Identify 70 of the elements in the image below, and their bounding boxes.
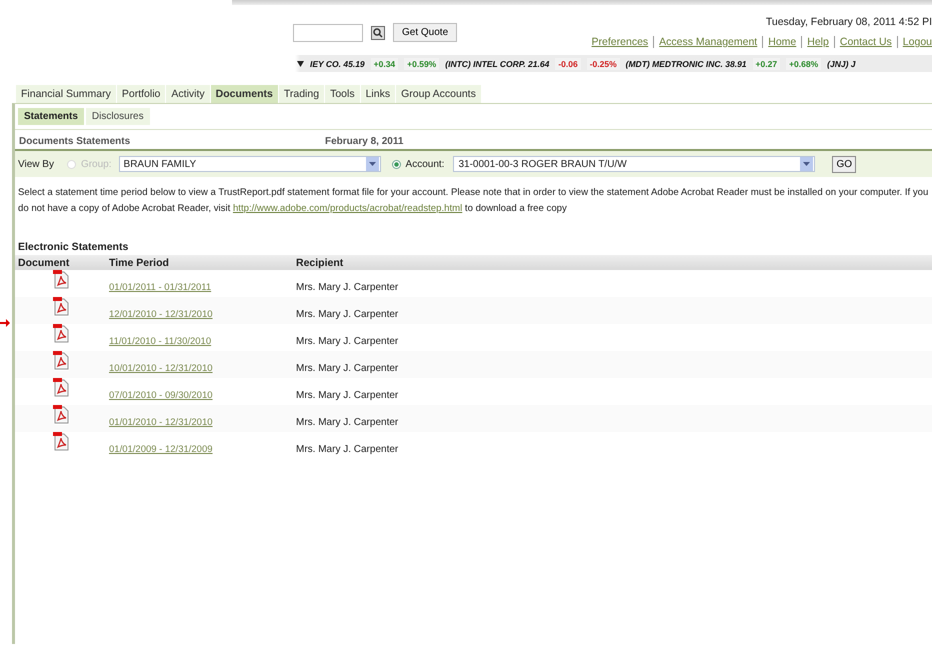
- date-time: Tuesday, February 08, 2011 4:52 PI: [764, 16, 932, 28]
- ticker-stock[interactable]: IEY CO. 45.19: [310, 58, 365, 68]
- pdf-icon[interactable]: [53, 405, 69, 424]
- pdf-icon[interactable]: [53, 297, 69, 316]
- account-label: Account:: [406, 158, 444, 170]
- column-header: Recipient: [296, 256, 344, 268]
- sub-tab[interactable]: Disclosures: [86, 108, 150, 125]
- search-icon[interactable]: [371, 26, 385, 40]
- nav-tab[interactable]: Activity: [166, 85, 210, 103]
- recipient-cell-text: Mrs. Mary J. Carpenter: [296, 444, 398, 457]
- section-title: Documents Statements: [19, 136, 132, 147]
- pdf-icon[interactable]: [53, 270, 69, 289]
- nav-tab[interactable]: Links: [360, 85, 396, 103]
- header-link[interactable]: Home: [762, 36, 796, 48]
- pdf-icon[interactable]: [53, 432, 69, 451]
- time-period-link[interactable]: 01/01/2011 - 01/31/2011: [109, 282, 230, 297]
- ticker-change: +0.27: [752, 58, 780, 70]
- recipient-cell-text: Mrs. Mary J. Carpenter: [296, 417, 398, 430]
- header-link[interactable]: Logou: [896, 36, 932, 48]
- nav-tab[interactable]: Group Accounts: [396, 85, 481, 103]
- section-date: February 8, 2011: [325, 136, 404, 147]
- nav-tab[interactable]: Trading: [278, 85, 324, 103]
- go-button[interactable]: GO: [832, 156, 856, 172]
- get-quote-button[interactable]: Get Quote: [393, 23, 458, 42]
- time-period-link[interactable]: 11/01/2010 - 11/30/2010: [109, 336, 230, 351]
- caret-icon[interactable]: [800, 157, 814, 171]
- group-select[interactable]: BRAUN FAMILY: [118, 156, 381, 172]
- account-select[interactable]: 31-0001-00-3 ROGER BRAUN T/U/W: [453, 156, 816, 172]
- nav-tab[interactable]: Documents: [210, 85, 278, 103]
- recipient-cell-text: Mrs. Mary J. Carpenter: [296, 282, 398, 295]
- pdf-icon[interactable]: [53, 324, 69, 343]
- account-radio[interactable]: [392, 160, 401, 168]
- instructions-text: Select a statement time period below to view a TrustReport.pdf statement format file for your account. Please note that in order to view the statement Adobe Acrobat Reader must be installed on your computer. If you do not have a copy of Adobe Acrobat Reader, visit http://www.adobe.com/products/acrobat/readstep.html to download a free copy: [18, 186, 930, 216]
- nav-tab[interactable]: Tools: [325, 85, 360, 103]
- column-header: Time Period: [109, 256, 170, 268]
- pdf-icon[interactable]: [53, 351, 69, 370]
- pdf-icon[interactable]: [53, 378, 69, 397]
- ticker-stock[interactable]: (JNJ) J: [827, 58, 856, 68]
- caret-icon[interactable]: [366, 157, 379, 171]
- header-link[interactable]: Contact Us: [834, 36, 892, 48]
- sub-tab[interactable]: Statements: [18, 108, 84, 125]
- arrow-icon: [0, 319, 10, 327]
- view-by-label: View By: [18, 158, 54, 170]
- recipient-cell-text: Mrs. Mary J. Carpenter: [296, 336, 398, 349]
- group-label: Group:: [80, 158, 112, 170]
- time-period-link[interactable]: 10/01/2010 - 12/31/2010: [109, 363, 230, 378]
- time-period-link[interactable]: 01/01/2010 - 12/31/2010: [109, 417, 230, 432]
- ticker-stock[interactable]: (INTC) INTEL CORP. 21.64: [445, 58, 550, 68]
- ticker-percent: +0.59%: [404, 58, 440, 70]
- recipient-cell-text: Mrs. Mary J. Carpenter: [296, 390, 398, 403]
- time-period-link[interactable]: 07/01/2010 - 09/30/2010: [109, 390, 230, 405]
- ticker-percent: -0.25%: [586, 58, 620, 70]
- time-period-link[interactable]: 12/01/2010 - 12/31/2010: [109, 309, 230, 324]
- column-header: Document: [17, 256, 70, 268]
- header-link[interactable]: Preferences: [592, 36, 648, 48]
- ticker-change: +0.34: [370, 58, 398, 70]
- caret-icon[interactable]: [297, 60, 304, 66]
- nav-tab[interactable]: Portfolio: [116, 85, 166, 103]
- ticker-stock[interactable]: (MDT) MEDTRONIC INC. 38.91: [626, 58, 747, 68]
- adobe-link[interactable]: http://www.adobe.com/products/acrobat/readstep.html: [232, 203, 462, 214]
- time-period-link[interactable]: 01/01/2009 - 12/31/2009: [109, 444, 230, 459]
- header-link[interactable]: Help: [801, 36, 829, 48]
- statements-title: Electronic Statements: [18, 241, 130, 253]
- recipient-cell-text: Mrs. Mary J. Carpenter: [296, 363, 398, 376]
- ticker-percent: +0.68%: [786, 58, 822, 70]
- header-link[interactable]: Access Management: [653, 36, 758, 48]
- recipient-cell-text: Mrs. Mary J. Carpenter: [296, 309, 398, 322]
- nav-tab[interactable]: Financial Summary: [16, 85, 116, 103]
- symbol-input[interactable]: [293, 24, 363, 42]
- ticker-change: -0.06: [555, 58, 581, 70]
